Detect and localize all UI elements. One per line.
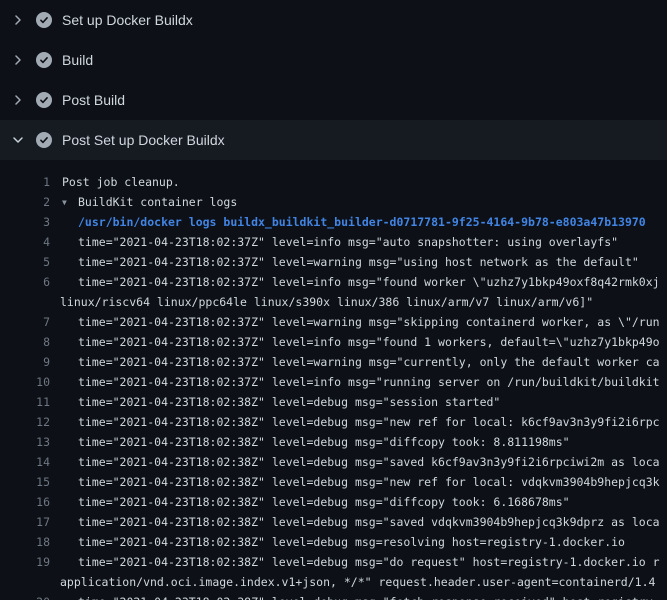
log-line-text: time="2021-04-23T18:02:38Z" level=debug …: [50, 512, 667, 532]
command-text: /usr/bin/docker logs buildx_buildkit_bui…: [50, 212, 667, 232]
log-line-text: time="2021-04-23T18:02:37Z" level=info m…: [50, 232, 667, 252]
log-line-number[interactable]: 6: [0, 272, 50, 292]
check-circle-icon: [36, 132, 52, 148]
log-line: 8time="2021-04-23T18:02:37Z" level=info …: [0, 332, 667, 352]
log-line: 11time="2021-04-23T18:02:38Z" level=debu…: [0, 392, 667, 412]
log-line-number[interactable]: 8: [0, 332, 50, 352]
log-line-text: time="2021-04-23T18:02:38Z" level=debug …: [50, 432, 667, 452]
log-line-number[interactable]: 19: [0, 552, 50, 572]
log-line-number: [0, 572, 50, 592]
log-line: application/vnd.oci.image.index.v1+json,…: [0, 572, 667, 592]
chevron-right-icon: [10, 52, 26, 68]
log-line: 19time="2021-04-23T18:02:38Z" level=debu…: [0, 552, 667, 572]
log-line-number[interactable]: 2: [0, 192, 50, 212]
log-line: 9time="2021-04-23T18:02:37Z" level=warni…: [0, 352, 667, 372]
log-line: 20time="2021-04-23T18:02:38Z" level=debu…: [0, 592, 667, 600]
log-line-text: time="2021-04-23T18:02:37Z" level=warnin…: [50, 312, 667, 332]
log-line-text: time="2021-04-23T18:02:37Z" level=warnin…: [50, 252, 667, 272]
chevron-down-icon: [10, 132, 26, 148]
log-line: 7time="2021-04-23T18:02:37Z" level=warni…: [0, 312, 667, 332]
step-list: Set up Docker Buildx Build Post Build Post …: [0, 0, 667, 160]
step-title: Post Build: [62, 92, 125, 108]
step-header-post-set-up-docker-buildx[interactable]: Post Set up Docker Buildx: [0, 120, 667, 160]
log-line-number[interactable]: 5: [0, 252, 50, 272]
log-line: 18time="2021-04-23T18:02:38Z" level=debu…: [0, 532, 667, 552]
log-line-text: application/vnd.oci.image.index.v1+json,…: [50, 572, 667, 592]
log-line-number[interactable]: 11: [0, 392, 50, 412]
log-line-text: time="2021-04-23T18:02:37Z" level=info m…: [50, 272, 667, 292]
log-line-number[interactable]: 13: [0, 432, 50, 452]
log-line-text: time="2021-04-23T18:02:38Z" level=debug …: [50, 492, 667, 512]
log-line: 6time="2021-04-23T18:02:37Z" level=info …: [0, 272, 667, 292]
log-line-number[interactable]: 18: [0, 532, 50, 552]
log-line: 1Post job cleanup.: [0, 172, 667, 192]
step-title: Build: [62, 52, 93, 68]
step-header-build[interactable]: Build: [0, 40, 667, 80]
log-line-number[interactable]: 16: [0, 492, 50, 512]
log-line-text: time="2021-04-23T18:02:38Z" level=debug …: [50, 552, 667, 572]
step-title: Post Set up Docker Buildx: [62, 132, 225, 148]
log-line-number[interactable]: 14: [0, 452, 50, 472]
log-line-text: time="2021-04-23T18:02:38Z" level=debug …: [50, 472, 667, 492]
log-line-number[interactable]: 10: [0, 372, 50, 392]
chevron-right-icon: [10, 12, 26, 28]
log-line-number[interactable]: 3: [0, 212, 50, 232]
log-line-text: time="2021-04-23T18:02:37Z" level=warnin…: [50, 352, 667, 372]
log-line-text: time="2021-04-23T18:02:37Z" level=info m…: [50, 332, 667, 352]
workflow-log-viewer: Set up Docker Buildx Build Post Build Post …: [0, 0, 667, 600]
check-circle-icon: [36, 12, 52, 28]
log-line: 13time="2021-04-23T18:02:38Z" level=debu…: [0, 432, 667, 452]
log-area: 1Post job cleanup.2▼BuildKit container l…: [0, 160, 667, 600]
log-line-text: time="2021-04-23T18:02:38Z" level=debug …: [50, 532, 667, 552]
log-group-header[interactable]: 2▼BuildKit container logs: [0, 192, 667, 212]
check-circle-icon: [36, 52, 52, 68]
log-line: 15time="2021-04-23T18:02:38Z" level=debu…: [0, 472, 667, 492]
log-line: 17time="2021-04-23T18:02:38Z" level=debu…: [0, 512, 667, 532]
log-line: 12time="2021-04-23T18:02:38Z" level=debu…: [0, 412, 667, 432]
log-line-number[interactable]: 20: [0, 592, 50, 600]
log-line-number[interactable]: 4: [0, 232, 50, 252]
step-header-post-build[interactable]: Post Build: [0, 80, 667, 120]
log-line: 4time="2021-04-23T18:02:37Z" level=info …: [0, 232, 667, 252]
step-title: Set up Docker Buildx: [62, 12, 193, 28]
log-line: 14time="2021-04-23T18:02:38Z" level=debu…: [0, 452, 667, 472]
log-line-number[interactable]: 12: [0, 412, 50, 432]
check-circle-icon: [36, 92, 52, 108]
log-line-number[interactable]: 9: [0, 352, 50, 372]
group-expanded-icon[interactable]: ▼: [62, 193, 72, 212]
log-line: 16time="2021-04-23T18:02:38Z" level=debu…: [0, 492, 667, 512]
chevron-right-icon: [10, 92, 26, 108]
log-line-text: ▼BuildKit container logs: [50, 192, 667, 212]
log-line: linux/riscv64 linux/ppc64le linux/s390x …: [0, 292, 667, 312]
log-line-text: linux/riscv64 linux/ppc64le linux/s390x …: [50, 292, 667, 312]
log-line-number[interactable]: 1: [0, 172, 50, 192]
log-line-text: time="2021-04-23T18:02:38Z" level=debug …: [50, 412, 667, 432]
log-line-number[interactable]: 7: [0, 312, 50, 332]
log-line: 5time="2021-04-23T18:02:37Z" level=warni…: [0, 252, 667, 272]
log-line: 10time="2021-04-23T18:02:37Z" level=info…: [0, 372, 667, 392]
log-line-text: time="2021-04-23T18:02:38Z" level=debug …: [50, 392, 667, 412]
log-line-text: time="2021-04-23T18:02:38Z" level=debug …: [50, 592, 667, 600]
log-line-number[interactable]: 17: [0, 512, 50, 532]
log-line-text: time="2021-04-23T18:02:37Z" level=info m…: [50, 372, 667, 392]
log-line-number[interactable]: 15: [0, 472, 50, 492]
log-line-text: time="2021-04-23T18:02:38Z" level=debug …: [50, 452, 667, 472]
log-line-number: [0, 292, 50, 312]
step-header-set-up-docker-buildx[interactable]: Set up Docker Buildx: [0, 0, 667, 40]
log-line-text: Post job cleanup.: [50, 172, 667, 192]
log-line: 3/usr/bin/docker logs buildx_buildkit_bu…: [0, 212, 667, 232]
